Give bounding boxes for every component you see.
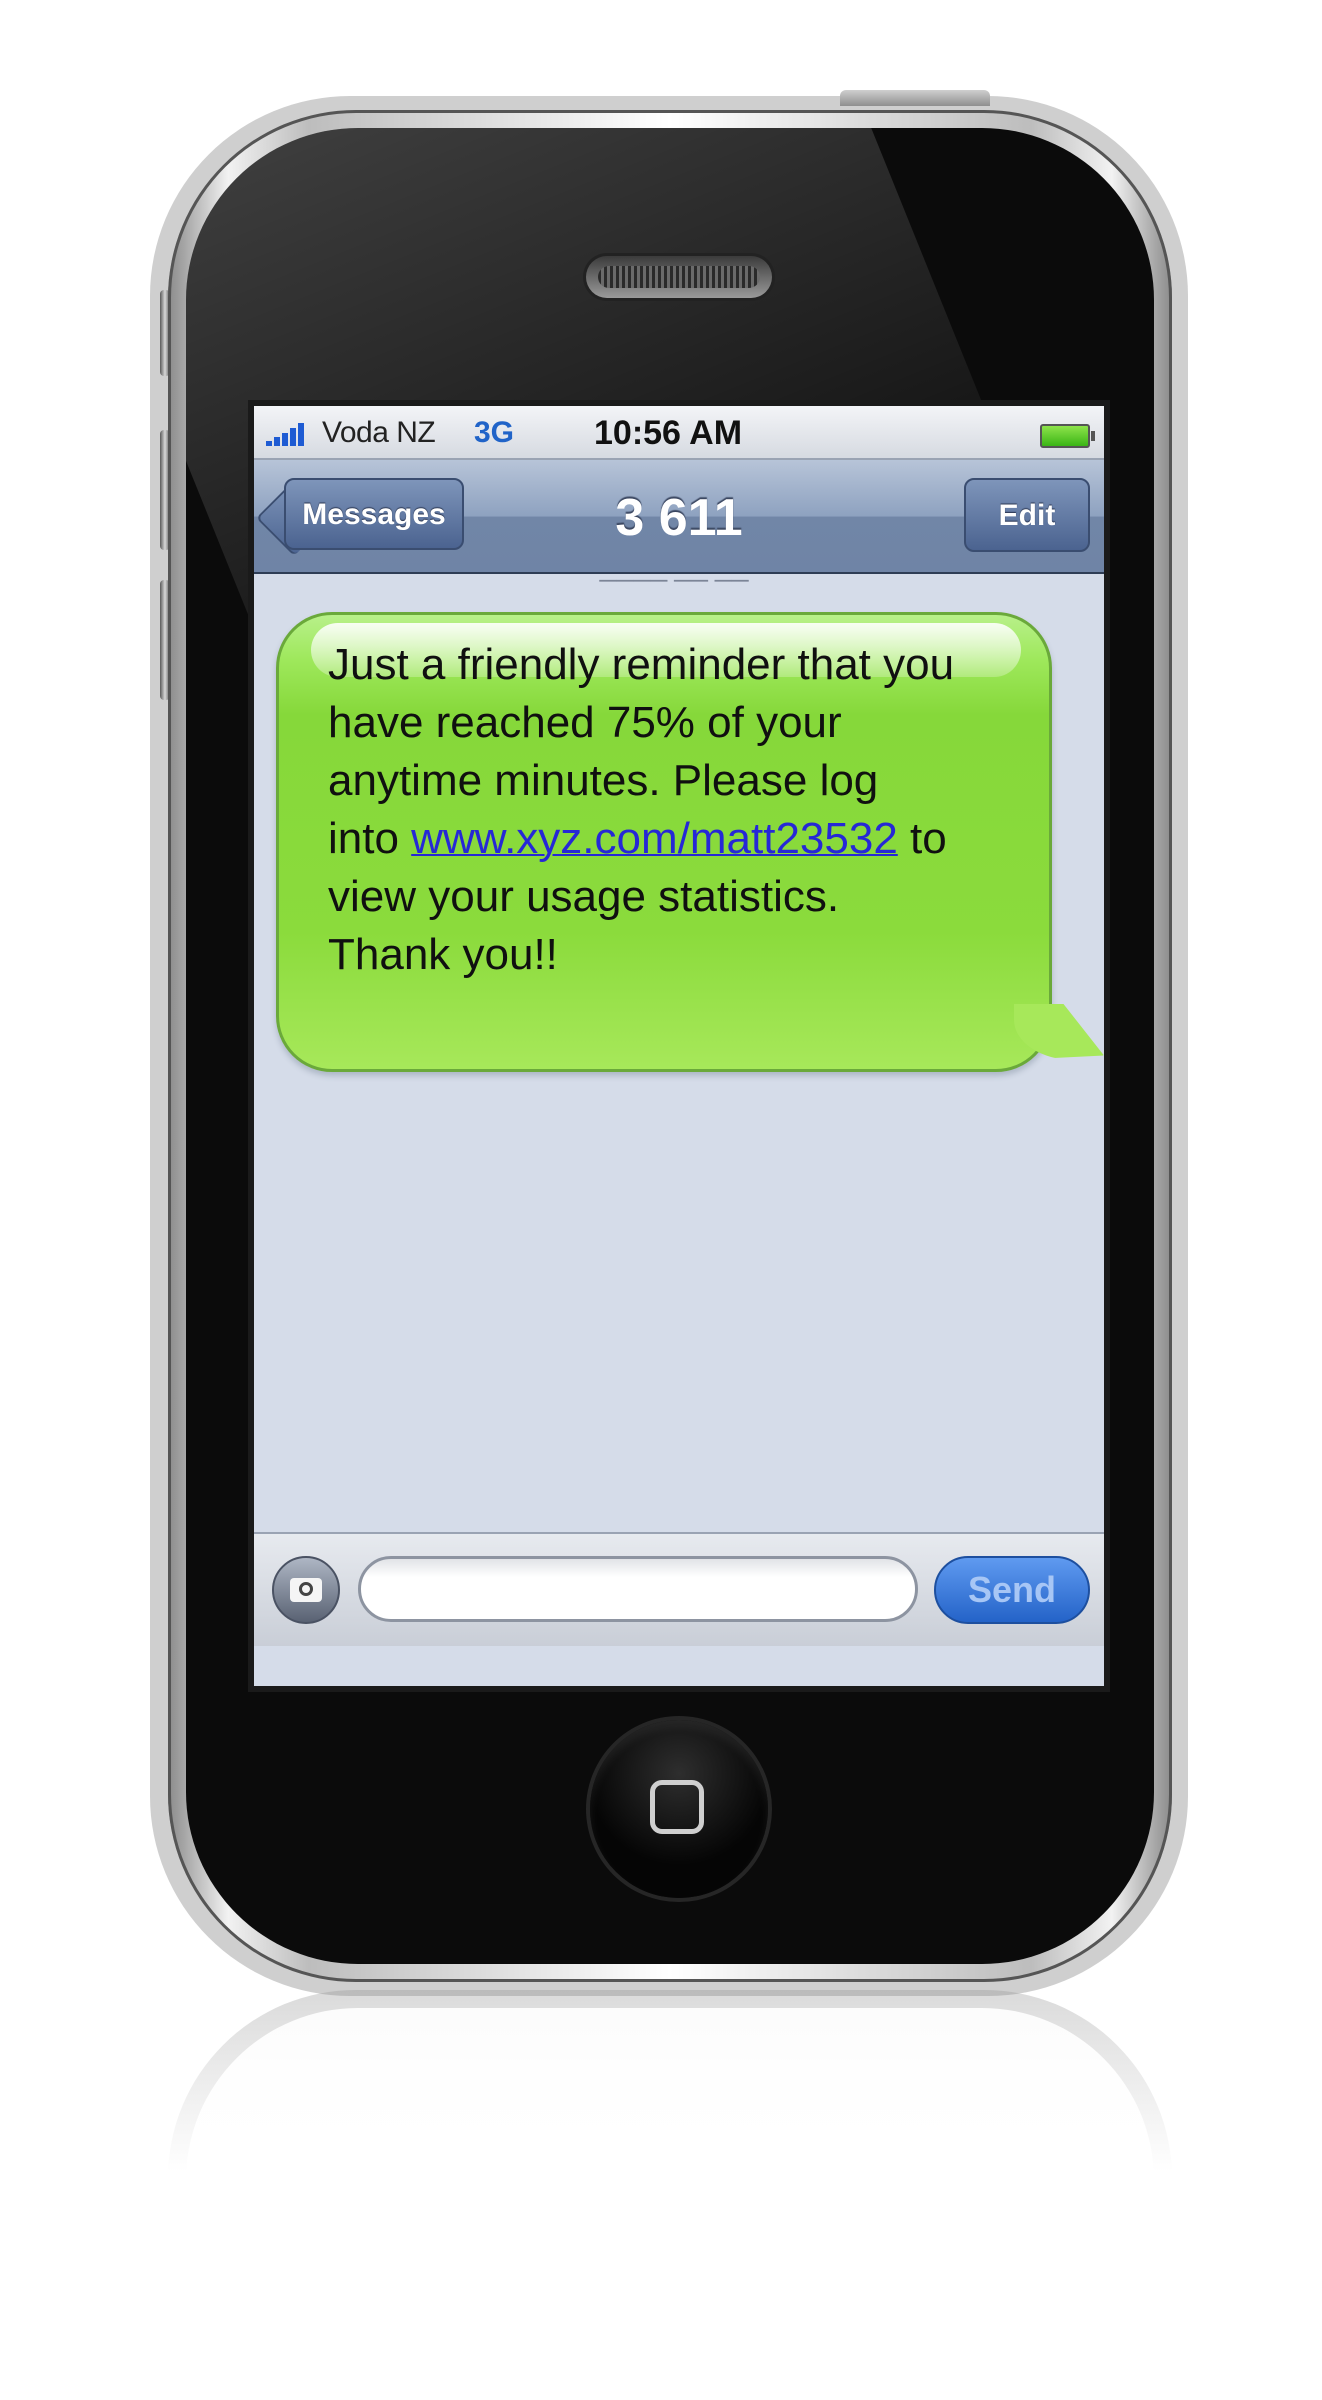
message-input[interactable] xyxy=(358,1556,918,1622)
network-type: 3G xyxy=(474,416,515,449)
navigation-bar: Messages 3 611 Edit xyxy=(254,460,1104,574)
phone-reflection xyxy=(168,1990,1172,2250)
sleep-button[interactable] xyxy=(840,90,990,106)
message-text: Just a friendly reminder that you have r… xyxy=(328,636,1008,984)
message-thread[interactable]: ──── ── ── Just a friendly reminder that… xyxy=(254,574,1104,1514)
send-button[interactable]: Send xyxy=(934,1556,1090,1624)
signal-strength-icon xyxy=(266,422,316,446)
conversation-title: 3 611 xyxy=(615,489,743,547)
phone-screen: Voda NZ 3G 10:56 AM Messages 3 611 Edit … xyxy=(254,406,1104,1686)
earpiece-speaker xyxy=(586,256,772,298)
status-time: 10:56 AM xyxy=(594,414,743,452)
message-link[interactable]: www.xyz.com/matt23532 xyxy=(411,814,898,863)
messages-back-button[interactable]: Messages xyxy=(284,478,464,550)
edit-button[interactable]: Edit xyxy=(964,478,1090,552)
battery-icon xyxy=(1040,424,1095,448)
carrier-name: Voda NZ xyxy=(322,416,436,449)
timestamp-peek: ──── ── ── xyxy=(599,576,749,590)
home-square-icon xyxy=(650,1780,704,1834)
compose-bar: Send xyxy=(254,1532,1104,1646)
home-button[interactable] xyxy=(590,1720,768,1898)
camera-icon[interactable] xyxy=(272,1556,340,1624)
status-bar: Voda NZ 3G 10:56 AM xyxy=(254,406,1104,460)
reflection-inner xyxy=(186,2008,1154,2248)
